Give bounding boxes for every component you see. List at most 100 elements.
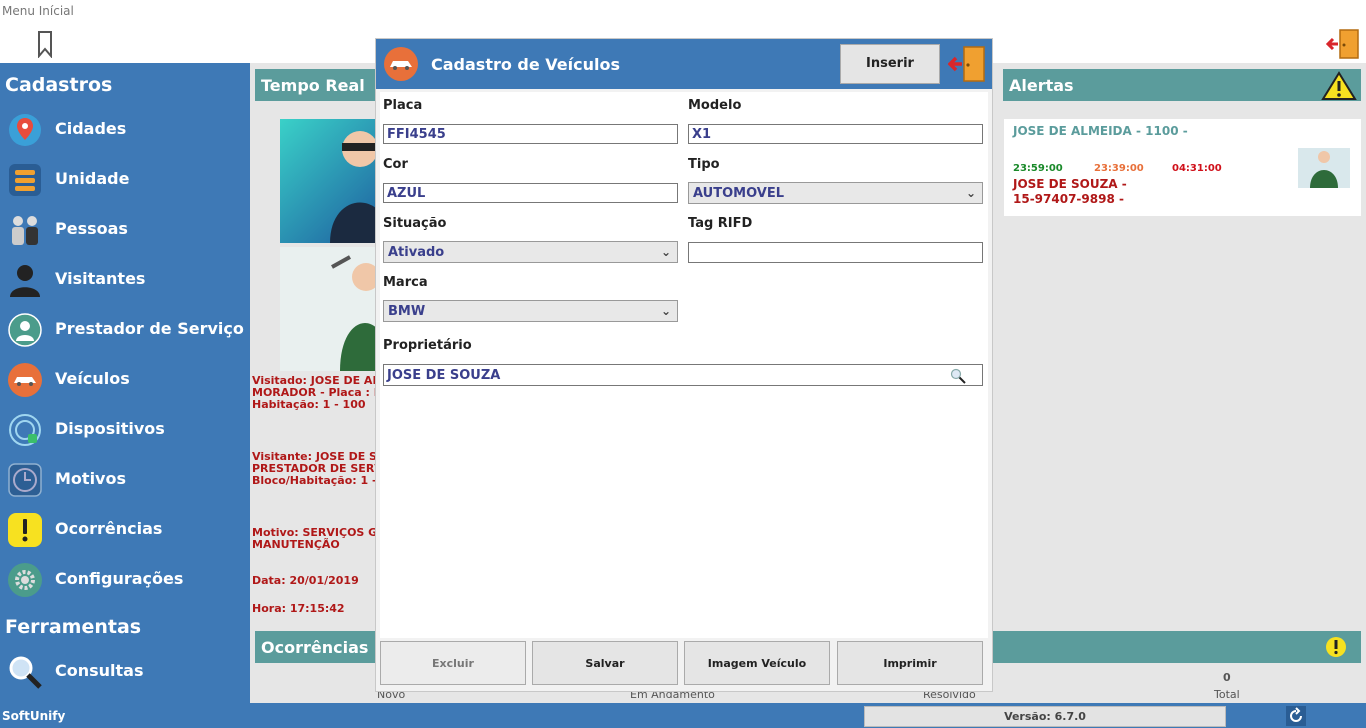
counter-total-value: 0 xyxy=(1223,671,1231,684)
sidebar-item-consultas[interactable]: Consultas xyxy=(0,649,250,695)
sidebar-item-label: Dispositivos xyxy=(55,419,165,438)
sidebar-item-pessoas[interactable]: Pessoas xyxy=(0,207,250,253)
sidebar-item-cidades[interactable]: Cidades xyxy=(0,107,250,153)
map-pin-icon xyxy=(9,114,41,146)
visitor-photo-1 xyxy=(280,119,376,243)
proprietario-input[interactable]: JOSE DE SOUZA xyxy=(383,364,983,386)
gear-icon xyxy=(8,563,42,597)
excluir-button[interactable]: Excluir xyxy=(380,641,526,685)
sidebar-item-label: Unidade xyxy=(55,169,130,188)
alert-time-red: 04:31:00 xyxy=(1172,163,1222,174)
warning-triangle-icon xyxy=(1321,71,1357,100)
dialog-form: Placa FFI4545 Modelo X1 Cor AZUL Tipo AU… xyxy=(380,92,988,638)
tempo-real-header: Tempo Real xyxy=(255,69,375,101)
sidebar-item-prestador[interactable]: Prestador de Serviço xyxy=(0,307,250,353)
chevron-down-icon: ⌄ xyxy=(965,186,976,200)
proprietario-value: JOSE DE SOUZA xyxy=(387,368,501,383)
sidebar: Cadastros Cidades Unidade Pessoas Visita… xyxy=(0,63,250,703)
version-label: Versão: 6.7.0 xyxy=(864,706,1226,727)
sidebar-item-motivos[interactable]: Motivos xyxy=(0,457,250,503)
alert-time-green: 23:59:00 xyxy=(1013,163,1063,174)
marca-select-value: BMW xyxy=(388,304,426,319)
tempo-real-title: Tempo Real xyxy=(261,76,365,95)
visitor-photo-2 xyxy=(280,247,376,371)
alert-person-name: JOSE DE SOUZA - xyxy=(1013,177,1127,191)
vehicle-registration-dialog: Cadastro de Veículos Inserir Placa FFI45… xyxy=(375,38,993,692)
modelo-input[interactable]: X1 xyxy=(688,124,983,144)
sidebar-item-label: Motivos xyxy=(55,469,126,488)
sidebar-item-label: Ocorrências xyxy=(55,519,163,538)
chevron-down-icon: ⌄ xyxy=(660,304,671,318)
alert-time-orange: 23:39:00 xyxy=(1094,163,1144,174)
tipo-select-value: AUTOMOVEL xyxy=(693,186,784,201)
alert-person-photo xyxy=(1298,148,1350,188)
sidebar-item-unidade[interactable]: Unidade xyxy=(0,157,250,203)
alert-card[interactable]: JOSE DE ALMEIDA - 1100 - 23:59:00 23:39:… xyxy=(1004,119,1361,216)
section-cadastros-title: Cadastros xyxy=(5,74,113,96)
refresh-icon[interactable] xyxy=(1286,706,1306,726)
salvar-button[interactable]: Salvar xyxy=(532,641,678,685)
imprimir-button[interactable]: Imprimir xyxy=(837,641,983,685)
situacao-label: Situação xyxy=(383,216,447,231)
sidebar-item-visitantes[interactable]: Visitantes xyxy=(0,257,250,303)
ocorrencias-title: Ocorrências xyxy=(261,638,369,657)
inserir-button[interactable]: Inserir xyxy=(840,44,940,84)
placa-input[interactable]: FFI4545 xyxy=(383,124,678,144)
close-door-icon[interactable] xyxy=(948,45,988,83)
cor-label: Cor xyxy=(383,157,408,172)
tag-rifd-label: Tag RIFD xyxy=(688,216,753,231)
marca-select[interactable]: BMW ⌄ xyxy=(383,300,678,322)
exit-door-icon[interactable] xyxy=(1326,28,1360,60)
warning-icon xyxy=(8,513,42,547)
alert-person-phone: 15-97407-9898 - xyxy=(1013,192,1124,206)
placa-label: Placa xyxy=(383,98,423,113)
chevron-down-icon: ⌄ xyxy=(660,245,671,259)
tipo-label: Tipo xyxy=(688,157,720,172)
imagem-veiculo-button[interactable]: Imagem Veículo xyxy=(684,641,830,685)
unit-icon xyxy=(9,164,41,196)
sidebar-item-veiculos[interactable]: Veículos xyxy=(0,357,250,403)
sidebar-item-dispositivos[interactable]: Dispositivos xyxy=(0,407,250,453)
menu-inicial-link[interactable]: Menu Inícial xyxy=(2,4,74,18)
visitado-info: Visitado: JOSE DE ALMEIDA -MORADOR - Pla… xyxy=(252,375,375,411)
tag-rifd-input[interactable] xyxy=(688,242,983,263)
dialog-header: Cadastro de Veículos Inserir xyxy=(376,39,992,89)
cor-input[interactable]: AZUL xyxy=(383,183,678,203)
sidebar-item-label: Prestador de Serviço xyxy=(55,319,244,338)
data-info: Data: 20/01/2019 xyxy=(252,575,359,587)
sidebar-item-label: Configurações xyxy=(55,569,184,588)
clock-icon xyxy=(8,463,42,497)
section-ferramentas-title: Ferramentas xyxy=(5,616,142,638)
sidebar-item-ocorrencias[interactable]: Ocorrências xyxy=(0,507,250,553)
service-provider-icon xyxy=(8,313,42,347)
modelo-label: Modelo xyxy=(688,98,742,113)
visitante-info: Visitante: JOSE DE SOUZA -PRESTADOR DE S… xyxy=(252,451,375,487)
car-icon xyxy=(8,363,42,397)
magnifier-icon xyxy=(9,656,42,689)
car-icon xyxy=(384,47,418,81)
bookmark-icon[interactable] xyxy=(36,30,54,58)
alertas-title: Alertas xyxy=(1009,76,1074,95)
sidebar-item-configuracoes[interactable]: Configurações xyxy=(0,557,250,603)
people-icon xyxy=(12,216,38,245)
warning-icon xyxy=(1326,637,1346,657)
counter-total-label: Total xyxy=(1214,688,1240,701)
marca-label: Marca xyxy=(383,275,428,290)
sidebar-item-label: Cidades xyxy=(55,119,127,138)
search-icon[interactable] xyxy=(950,368,968,384)
sidebar-item-label: Visitantes xyxy=(55,269,146,288)
proprietario-label: Proprietário xyxy=(383,338,472,353)
motivo-info: Motivo: SERVIÇOS GERAIS -MANUTENÇÃO xyxy=(252,527,375,551)
sidebar-item-label: Veículos xyxy=(55,369,130,388)
sidebar-item-label: Pessoas xyxy=(55,219,128,238)
device-icon xyxy=(9,414,41,446)
hora-info: Hora: 17:15:42 xyxy=(252,603,345,615)
visitor-icon xyxy=(10,265,40,297)
sidebar-item-label: Consultas xyxy=(55,661,144,680)
situacao-select[interactable]: Ativado ⌄ xyxy=(383,241,678,263)
situacao-select-value: Ativado xyxy=(388,245,445,260)
status-bar: SoftUnify Versão: 6.7.0 xyxy=(0,703,1366,728)
tipo-select[interactable]: AUTOMOVEL ⌄ xyxy=(688,182,983,204)
alert-card-header: JOSE DE ALMEIDA - 1100 - xyxy=(1013,124,1188,138)
brand-label: SoftUnify xyxy=(2,709,66,723)
